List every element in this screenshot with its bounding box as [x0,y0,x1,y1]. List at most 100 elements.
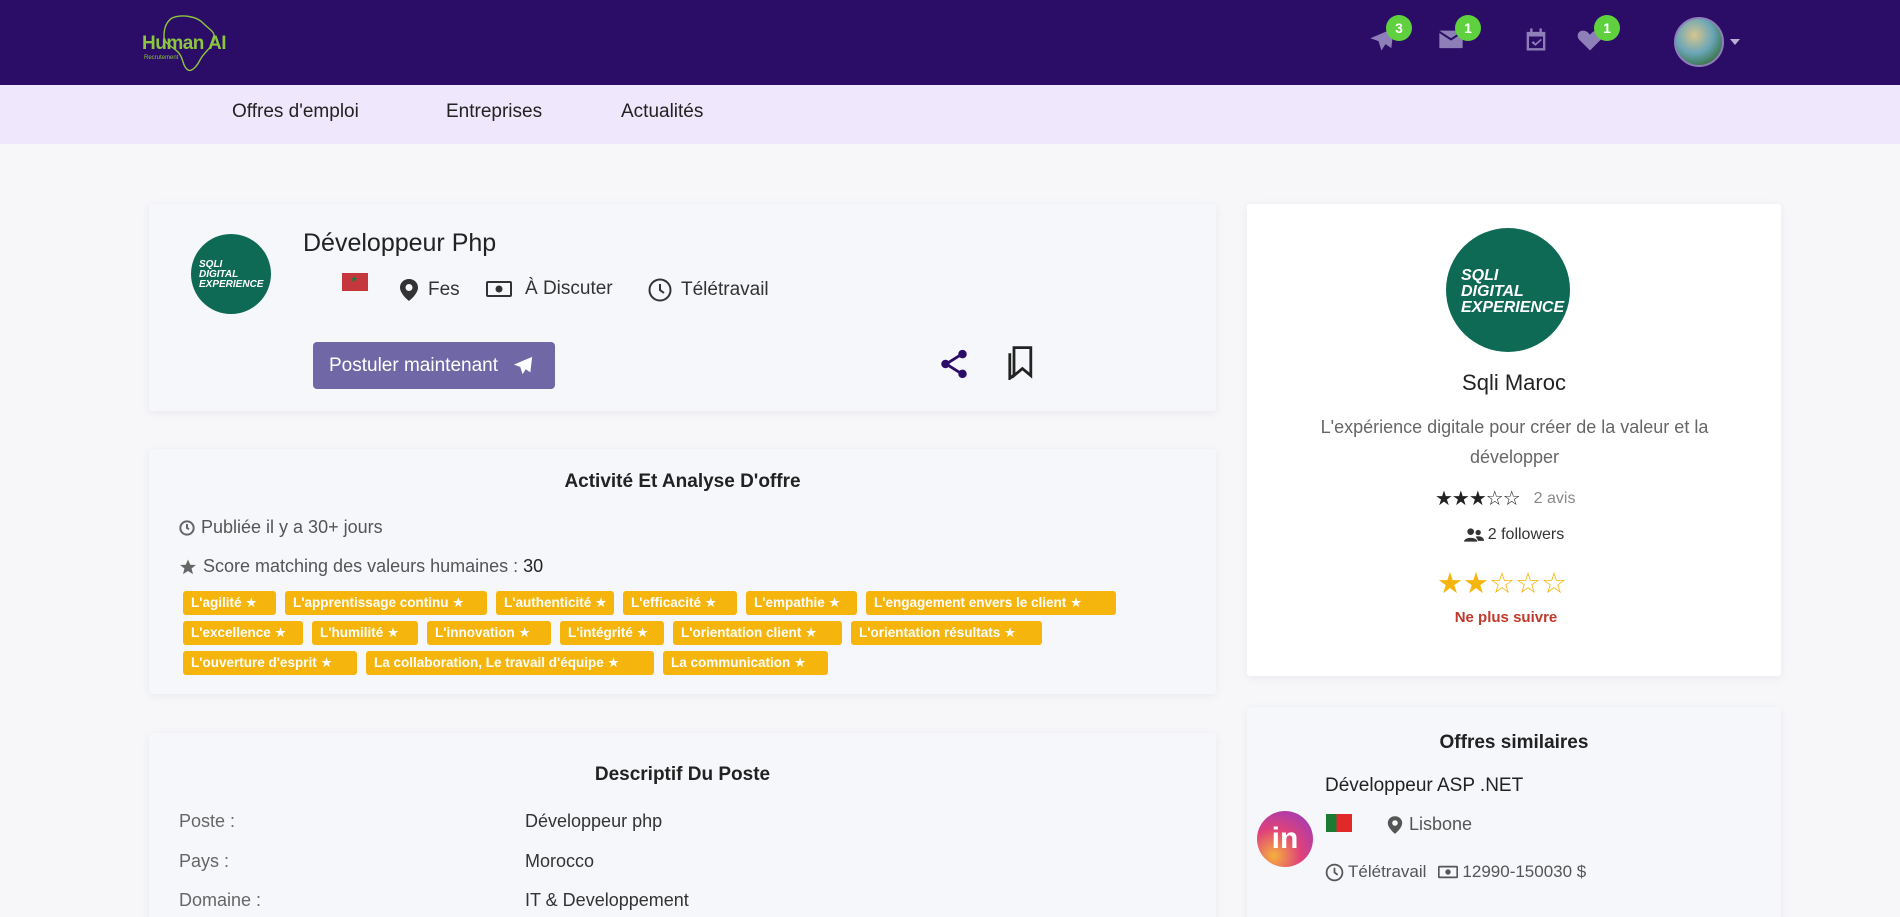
nav-item-actualites[interactable]: Actualités [621,101,703,123]
value-tag-label: L'orientation client [681,625,802,640]
score-label: Score matching des valeurs humaines : [203,556,519,576]
company-logo[interactable]: SQLI DIGITAL EXPERIENCE [191,234,271,314]
star-filled-icon[interactable]: ★ [1437,566,1463,601]
notification-badge: 1 [1455,15,1481,41]
description-heading: Descriptif Du Poste [594,764,771,785]
description-value: Développeur php [525,811,663,831]
chevron-down-icon[interactable] [1730,39,1740,45]
similar-offer-title[interactable]: Développeur ASP .NET [1325,775,1523,797]
value-tag-label: L'innovation [435,625,515,640]
calendar-button[interactable] [1522,26,1552,56]
send-icon [513,356,533,374]
clock-icon [648,278,672,302]
calendar-icon [1526,28,1546,51]
description-label: Poste : [179,811,236,831]
value-tag: L'engagement envers le client ★ [866,591,1116,615]
value-tag: L'apprentissage continu ★ [285,591,487,615]
star-rating-icon: ★★★☆☆ [1435,488,1521,510]
value-tag-label: L'ouverture d'esprit [191,655,317,670]
apply-now-label: Postuler maintenant [329,354,498,376]
unfollow-button[interactable]: Ne plus suivre [1292,609,1720,626]
company-logo-line1: SQLI [1461,267,1499,284]
value-tag-label: L'authenticité [504,595,592,610]
company-logo-line3: EXPERIENCE [1461,299,1565,316]
description-value: IT & Developpement [525,890,689,910]
description-label: Domaine : [179,890,262,910]
similar-offer-work-mode: Télétravail [1348,862,1427,881]
job-location-text: Fes [428,279,460,300]
value-tag: L'efficacité ★ [623,591,737,615]
activity-heading: Activité Et Analyse D'offre [564,471,801,492]
nav-item-entreprises[interactable]: Entreprises [446,101,542,123]
rate-company[interactable]: ★ ★ ☆ ☆ ☆ [1437,566,1567,601]
logo-subtext: Recrutement [144,55,179,61]
job-description-card: Descriptif Du Poste Poste : Développeur … [149,733,1216,917]
job-title: Développeur Php [303,229,497,257]
mail-button[interactable]: 1 [1437,15,1481,56]
value-tag: L'agilité ★ [183,591,276,615]
value-tag-label: L'intégrité [568,625,633,640]
description-label: Pays : [179,851,230,871]
notification-badge: 1 [1594,15,1620,41]
value-tag-label: La collaboration, Le travail d'équipe [374,655,604,670]
similar-offer-logo[interactable]: in [1257,811,1313,867]
similar-offers-heading: Offres similaires [1439,732,1589,753]
logo-text: Human AI [142,33,226,54]
score-value: 30 [523,556,544,576]
similar-offer-meta: Télétravail 12990-150030 $ [1325,862,1586,882]
value-tag: L'innovation ★ [427,621,551,645]
star-empty-icon[interactable]: ☆ [1515,566,1541,601]
notification-badge: 3 [1386,15,1412,41]
job-header-card: SQLI DIGITAL EXPERIENCE Développeur Php … [149,204,1216,411]
favorites-button[interactable]: 1 [1576,15,1620,56]
company-name[interactable]: Sqli Maroc [1247,370,1781,396]
value-tag: La communication ★ [663,651,828,675]
job-work-mode: Télétravail [648,278,769,302]
main-nav: Offres d'emploi Entreprises Actualités [0,85,1900,144]
money-icon [486,281,512,297]
share-icon[interactable] [937,347,971,381]
value-tag: L'orientation client ★ [673,621,842,645]
value-tag-label: L'empathie [754,595,825,610]
value-tag: L'authenticité ★ [496,591,614,615]
similar-offer-salary: 12990-150030 $ [1462,862,1587,881]
portugal-flag-icon [1326,814,1352,832]
value-tag: L'empathie ★ [746,591,857,615]
similar-offer-location: Lisbone [1387,814,1472,835]
value-tag-label: L'excellence [191,625,271,640]
reviews-count[interactable]: 2 avis [1534,490,1576,508]
bookmark-icon[interactable] [1007,346,1035,380]
money-icon [1438,865,1459,879]
company-logo-line3: EXPERIENCE [199,279,264,290]
brand-logo[interactable]: Human AI Recrutement [142,14,232,74]
company-logo[interactable]: SQLI DIGITAL EXPERIENCE [1446,228,1570,352]
clock-icon [179,519,195,536]
star-filled-icon[interactable]: ★ [1463,566,1489,601]
value-tag-label: L'agilité [191,595,242,610]
value-tag-label: L'engagement envers le client [874,595,1067,610]
nav-item-offres[interactable]: Offres d'emploi [232,101,359,123]
star-icon [180,559,196,574]
apply-now-button[interactable]: Postuler maintenant [313,342,555,389]
value-tag: L'intégrité ★ [560,621,664,645]
value-tag: L'excellence ★ [183,621,303,645]
value-tag-label: La communication [671,655,791,670]
map-marker-icon [400,279,418,301]
job-salary: À Discuter [486,278,613,300]
top-header: Human AI Recrutement 3 1 1 [0,0,1900,85]
messages-sent-button[interactable]: 3 [1368,15,1412,56]
map-marker-icon [1387,815,1403,834]
activity-card: Activité Et Analyse D'offre Publiée il y… [149,449,1216,694]
user-avatar[interactable] [1674,17,1724,67]
value-tag: L'ouverture d'esprit ★ [183,651,357,675]
company-tagline: L'expérience digitale pour créer de la v… [1320,417,1709,467]
job-work-mode-text: Télétravail [681,279,769,300]
star-empty-icon[interactable]: ☆ [1489,566,1515,601]
description-value: Morocco [525,851,595,871]
company-logo-line2: DIGITAL [1461,283,1524,300]
similar-offer-location-text: Lisbone [1409,814,1473,834]
followers-text: 2 followers [1487,526,1565,543]
clock-icon [1325,863,1344,881]
job-salary-text: À Discuter [525,278,613,299]
star-empty-icon[interactable]: ☆ [1541,566,1567,601]
